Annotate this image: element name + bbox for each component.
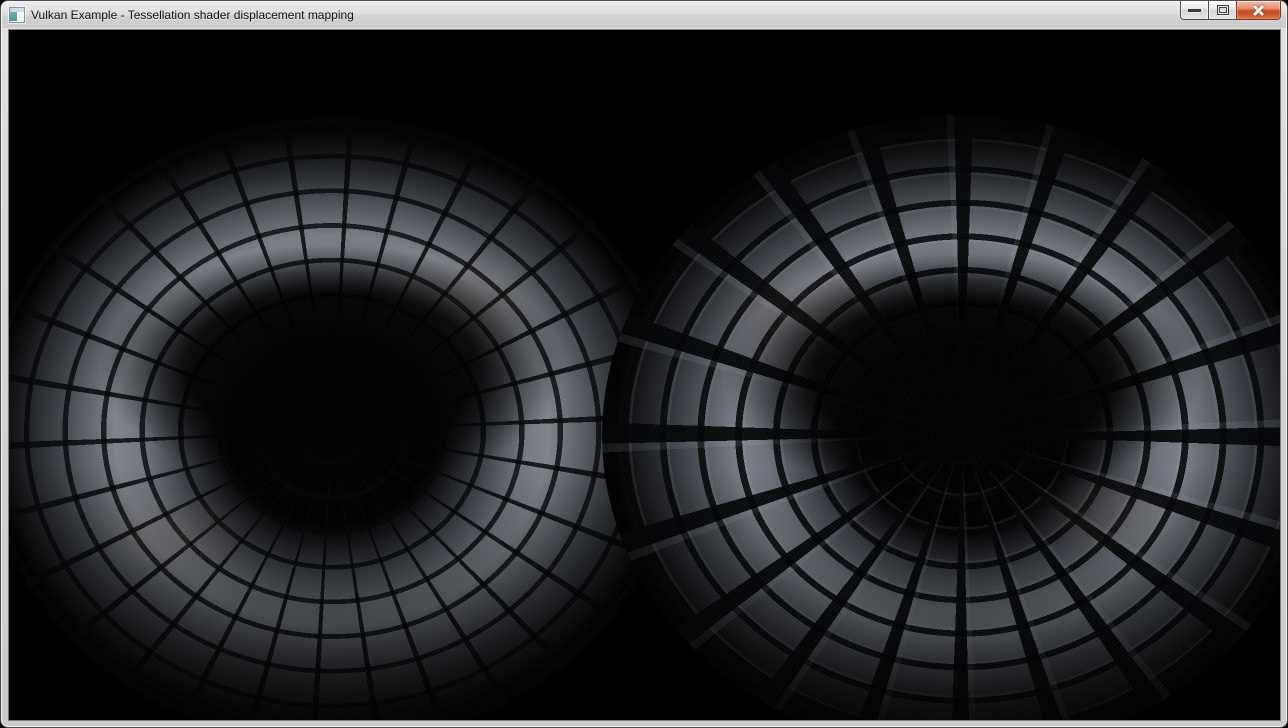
application-window: Vulkan Example - Tessellation shader dis… [0,0,1288,728]
render-viewport[interactable] [8,29,1281,721]
titlebar[interactable]: Vulkan Example - Tessellation shader dis… [2,2,1286,28]
window-controls [1180,1,1281,21]
torus-without-displacement [8,116,682,721]
close-button[interactable] [1236,1,1281,20]
minimize-dash-icon [1188,9,1201,12]
window-title: Vulkan Example - Tessellation shader dis… [31,8,354,22]
maximize-square-icon [1217,5,1229,15]
maximize-button[interactable] [1208,1,1237,20]
app-icon[interactable] [9,7,25,23]
torus-with-displacement [602,115,1281,721]
minimize-button[interactable] [1180,1,1209,20]
close-x-icon [1251,3,1266,18]
